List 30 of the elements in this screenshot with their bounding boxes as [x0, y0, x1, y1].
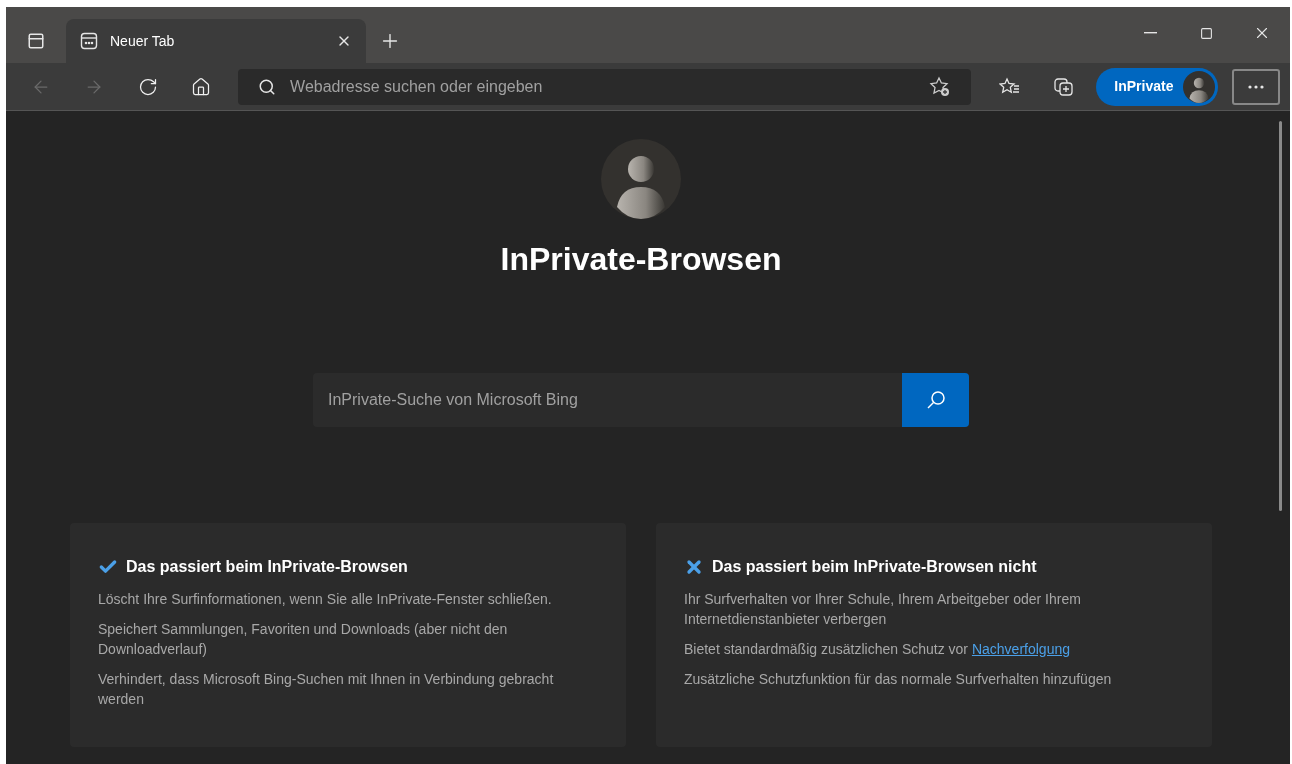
card-text: Löscht Ihre Surfinformationen, wenn Sie alle InPrivate-Fenster schließen.: [98, 590, 553, 609]
page-title: InPrivate-Browsen: [500, 240, 782, 279]
cross-icon: [684, 557, 704, 577]
ellipsis-icon: [1248, 84, 1265, 89]
tab-title: Neuer Tab: [110, 31, 176, 51]
tab-page-icon: [80, 32, 98, 50]
avatar-icon: [601, 139, 681, 219]
search-field[interactable]: InPrivate-Suche von Microsoft Bing: [313, 373, 902, 427]
profile-button[interactable]: InPrivate: [1096, 67, 1219, 106]
card-title: Das passiert beim InPrivate-Browsen: [126, 557, 408, 577]
minimize-icon: [1143, 32, 1157, 34]
address-bar[interactable]: Webadresse suchen oder eingeben: [238, 68, 972, 105]
card-text: Verhindert, dass Microsoft Bing-Suchen mit Ihnen in Verbindung gebracht werden: [98, 670, 555, 709]
card-text: Speichert Sammlungen, Favoriten und Downloads (aber nicht den Downloadverlauf): [98, 620, 509, 659]
card-text: Ihr Surfverhalten vor Ihrer Schule, Ihrem Arbeitgeber oder Ihrem Internetdienstanbieter verbergen: [684, 590, 1082, 629]
scrollbar[interactable]: [1279, 121, 1282, 511]
avatar-icon: [1183, 70, 1216, 103]
card-text: Zusätzliche Schutzfunktion für das normale Surfverhalten hinzufügen: [684, 670, 1113, 689]
search-icon: [925, 390, 946, 410]
search-icon: [258, 77, 277, 96]
card-text: Bietet standardmäßig zusätzlichen Schutz vor Nachverfolgung: [684, 640, 1071, 659]
address-input[interactable]: Webadresse suchen oder eingeben: [290, 74, 916, 99]
add-favorite-icon[interactable]: [929, 75, 952, 98]
maximize-icon: [1199, 26, 1213, 40]
card-title: Das passiert beim InPrivate-Browsen nicht: [712, 557, 1037, 577]
more-button[interactable]: [1232, 68, 1280, 105]
collections-icon: [1052, 76, 1075, 97]
panel-icon: [27, 32, 45, 50]
browser-tab[interactable]: Neuer Tab: [66, 19, 366, 63]
tracking-link[interactable]: Nachverfolgung: [971, 641, 1070, 657]
